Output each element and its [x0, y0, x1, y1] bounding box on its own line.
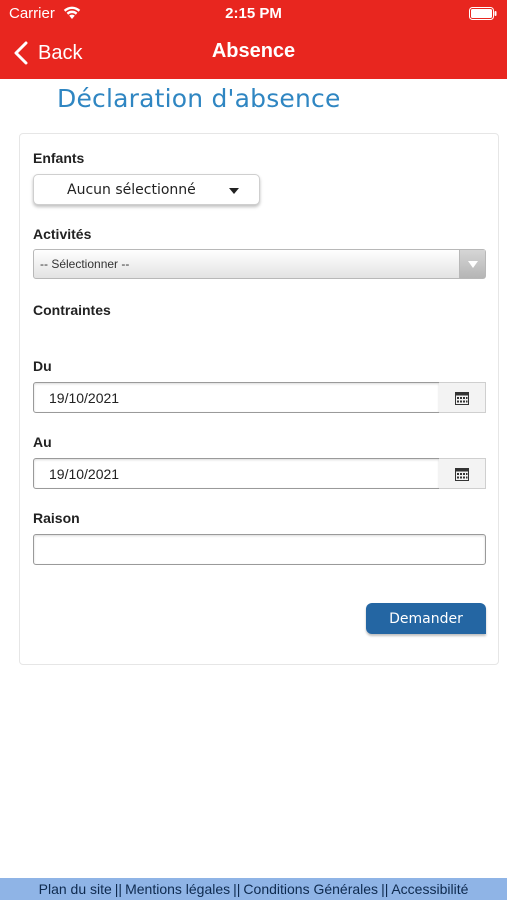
submit-button[interactable]: Demander [366, 603, 486, 634]
to-date-label: Au [33, 434, 52, 450]
footer-link-accessibility[interactable]: Accessibilité [391, 881, 468, 897]
children-dropdown[interactable]: Aucun sélectionné [33, 174, 260, 205]
caret-down-icon [229, 188, 239, 194]
activities-selected-value: -- Sélectionner -- [40, 257, 130, 271]
to-date-input[interactable]: 19/10/2021 [33, 458, 440, 489]
children-label: Enfants [33, 150, 85, 166]
footer-separator: || [381, 881, 389, 897]
children-selected-value: Aucun sélectionné [67, 181, 196, 198]
caret-down-icon [468, 261, 478, 268]
calendar-icon [455, 467, 469, 481]
from-date-label: Du [33, 358, 52, 374]
footer-link-legal[interactable]: Mentions légales [125, 881, 230, 897]
from-date-input[interactable]: 19/10/2021 [33, 382, 440, 413]
reason-label: Raison [33, 510, 80, 526]
navigation-bar: Back Absence [0, 28, 507, 79]
to-calendar-button[interactable] [439, 458, 486, 489]
reason-input[interactable] [33, 534, 486, 565]
footer-link-sitemap[interactable]: Plan du site [39, 881, 112, 897]
status-bar: Carrier 2:15 PM [0, 0, 507, 28]
footer-separator: || [114, 881, 123, 897]
battery-icon [469, 7, 497, 20]
from-calendar-button[interactable] [439, 382, 486, 413]
clock: 2:15 PM [225, 5, 282, 22]
absence-form: Enfants Aucun sélectionné Activités -- S… [19, 133, 499, 665]
to-date-value: 19/10/2021 [49, 465, 120, 482]
activities-select[interactable]: -- Sélectionner -- [33, 249, 486, 279]
activities-label: Activités [33, 226, 92, 242]
footer-link-terms[interactable]: Conditions Générales [243, 881, 378, 897]
footer-separator: || [233, 881, 241, 897]
page-title: Déclaration d'absence [57, 84, 341, 113]
footer: Plan du site || Mentions légales || Cond… [0, 878, 507, 900]
select-arrow [459, 250, 485, 278]
calendar-icon [455, 391, 469, 405]
nav-title: Absence [211, 40, 296, 62]
from-date-value: 19/10/2021 [49, 389, 120, 406]
constraints-label: Contraintes [33, 302, 111, 318]
